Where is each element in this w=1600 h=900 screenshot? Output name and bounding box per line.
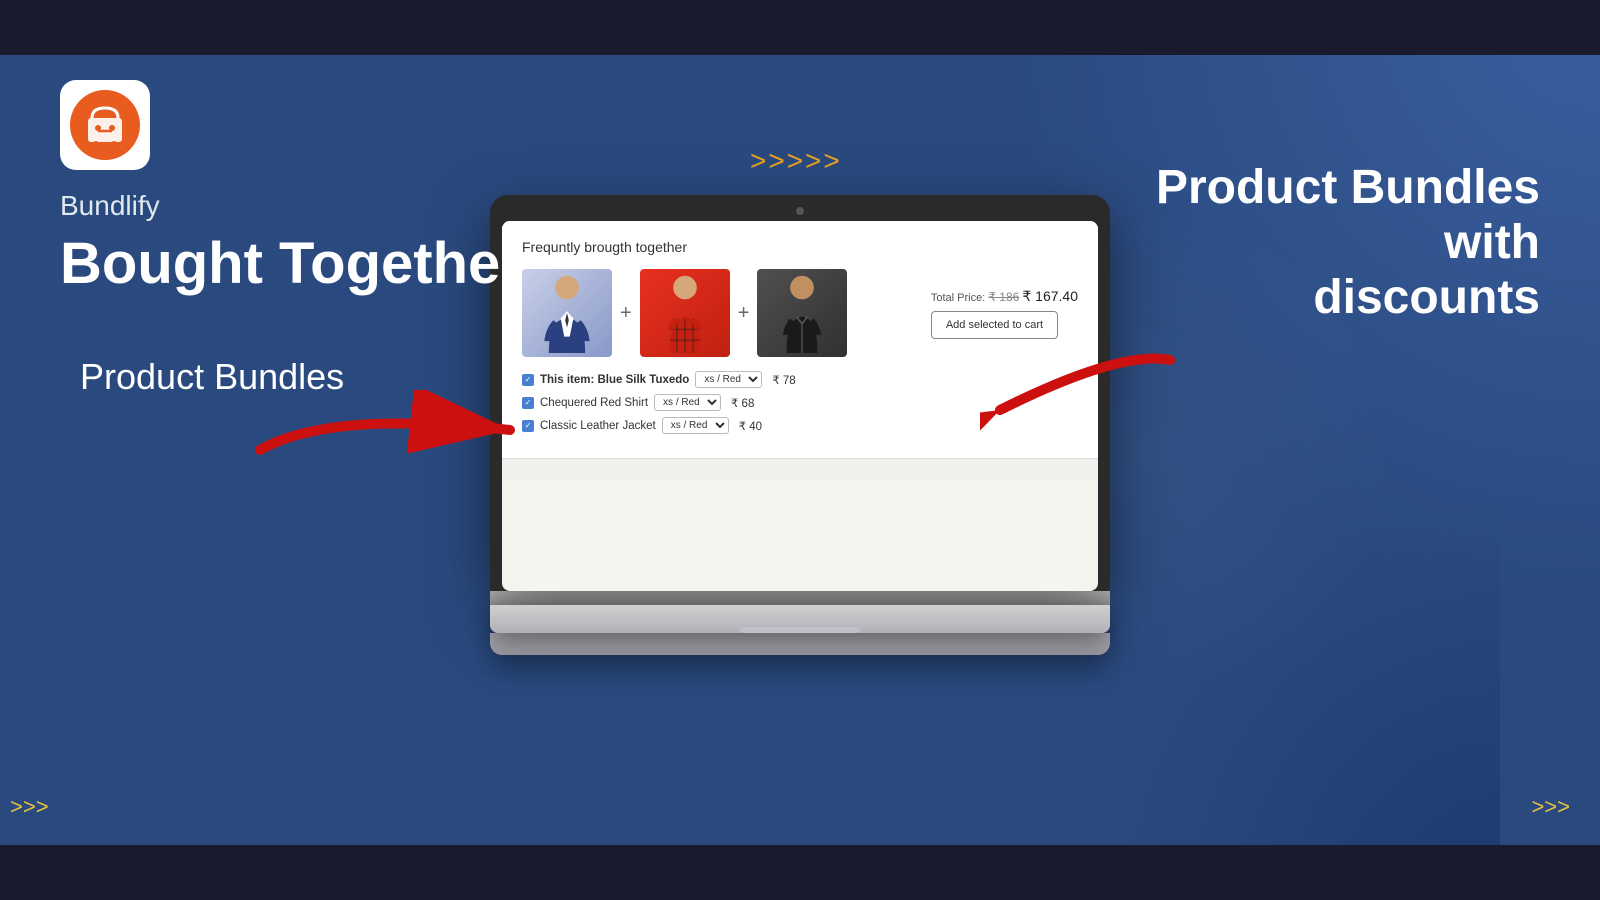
item-name-1: This item: Blue Silk Tuxedo xyxy=(540,374,689,386)
right-panel-title: Product Bundles with discounts xyxy=(1140,160,1540,326)
item-price-2: ₹ 68 xyxy=(731,396,754,410)
total-price-label: Total Price: ₹ 186 ₹ 167.40 xyxy=(931,288,1078,305)
person-3-icon xyxy=(767,273,837,353)
size-select-2[interactable]: xs / Red xyxy=(654,394,721,411)
item-price-3: ₹ 40 xyxy=(739,419,762,433)
laptop-bottom-base xyxy=(490,633,1110,655)
red-arrow-right xyxy=(980,340,1180,440)
laptop-hinge xyxy=(490,591,1110,605)
red-arrow-left xyxy=(250,390,530,470)
price-section: Total Price: ₹ 186 ₹ 167.40 Add selected… xyxy=(931,288,1078,339)
chevrons-bottom-right: >>> xyxy=(1531,794,1570,820)
screen-title: Frequntly brougth together xyxy=(522,239,1078,255)
main-title: Bought Together xyxy=(60,232,523,296)
add-to-cart-button[interactable]: Add selected to cart xyxy=(931,311,1058,339)
product-image-1 xyxy=(522,269,612,357)
bottom-bar xyxy=(0,845,1600,900)
size-select-1[interactable]: xs / Red xyxy=(695,371,762,388)
bundlify-logo-icon xyxy=(70,90,140,160)
item-name-2: Chequered Red Shirt xyxy=(540,397,648,409)
left-panel: Bundlify Bought Together Product Bundles xyxy=(60,80,523,398)
screen-bottom-strip xyxy=(502,458,1098,480)
top-bar xyxy=(0,0,1600,55)
product-image-3 xyxy=(757,269,847,357)
plus-sign-1: + xyxy=(620,302,632,325)
person-2-icon xyxy=(650,273,720,353)
right-panel: Product Bundles with discounts xyxy=(1140,160,1540,326)
person-1-icon xyxy=(532,273,602,353)
chevrons-bottom-left: >>> xyxy=(10,794,49,820)
item-name-3: Classic Leather Jacket xyxy=(540,420,656,432)
checkbox-1[interactable] xyxy=(522,374,534,386)
logo-box xyxy=(60,80,150,170)
brand-name: Bundlify xyxy=(60,190,523,222)
chevrons-center: >>>>> xyxy=(750,145,842,177)
laptop-camera xyxy=(796,207,804,215)
size-select-3[interactable]: xs / Red xyxy=(662,417,729,434)
laptop-base xyxy=(490,605,1110,633)
original-price: ₹ 186 xyxy=(988,290,1019,304)
product-image-2 xyxy=(640,269,730,357)
discounted-price: ₹ 167.40 xyxy=(1022,288,1078,304)
plus-sign-2: + xyxy=(738,302,750,325)
bg-decoration-2 xyxy=(1100,500,1500,900)
item-price-1: ₹ 78 xyxy=(772,373,795,387)
